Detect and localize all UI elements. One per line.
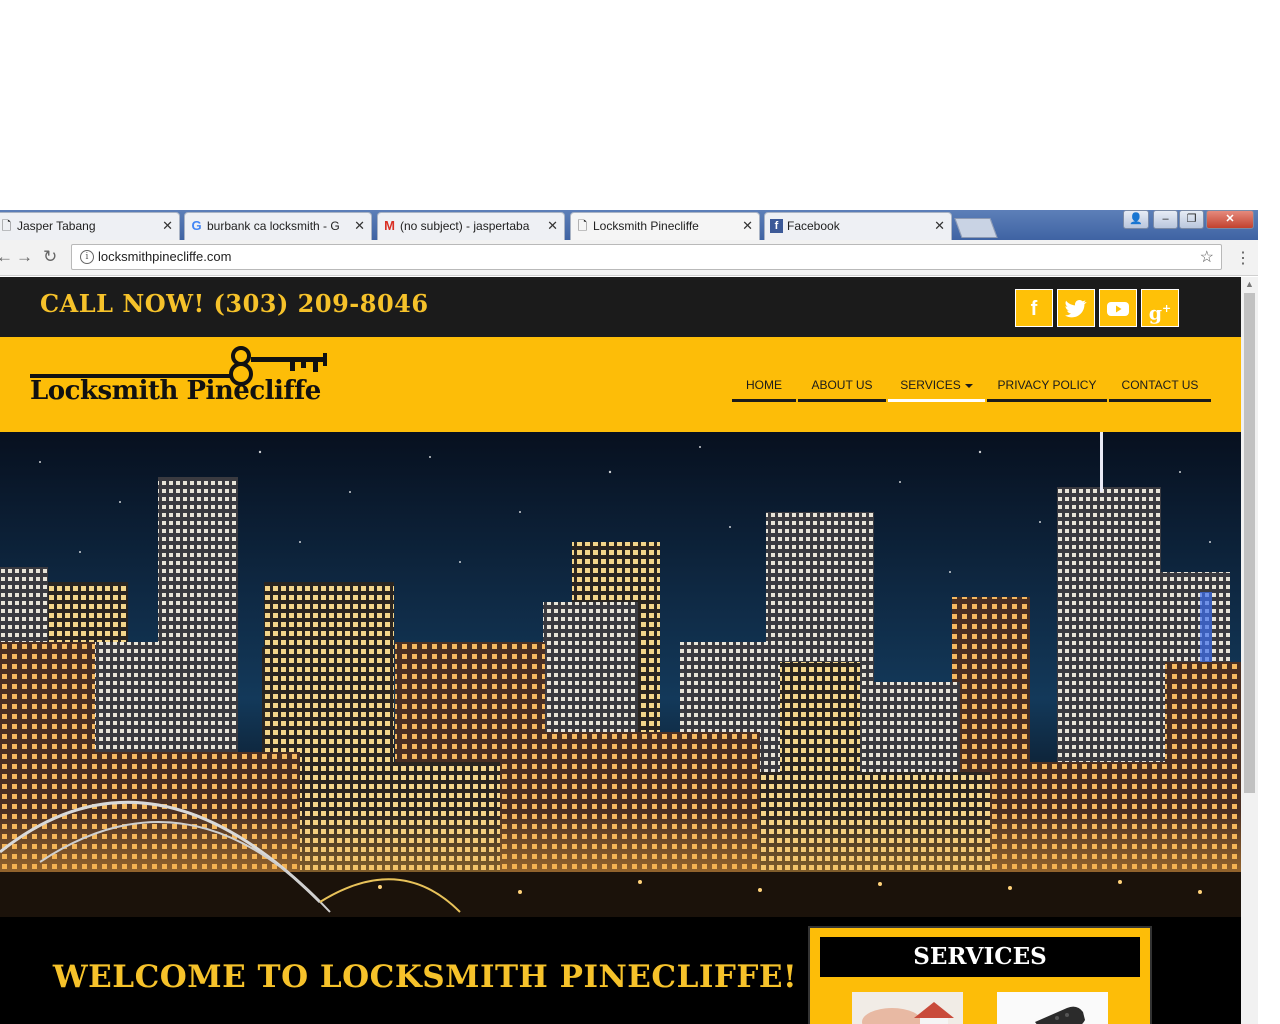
- house-keys-image-art: [852, 992, 963, 1024]
- tab-label: Facebook: [787, 219, 840, 233]
- services-sidebar: SERVICES: [808, 926, 1152, 1024]
- car-key-image[interactable]: [997, 992, 1108, 1024]
- back-icon[interactable]: ←: [0, 247, 13, 267]
- welcome-heading: WELCOME TO LOCKSMITH PINECLIFFE!: [52, 959, 798, 995]
- reload-icon[interactable]: ↻: [43, 247, 57, 267]
- tab-locksmith-pinecliffe[interactable]: 🗋 Locksmith Pinecliffe ✕: [570, 212, 760, 240]
- city-skyline-illustration: [0, 432, 1241, 917]
- browser-tab-strip: 🗋 Jasper Tabang ✕ G burbank ca locksmith…: [0, 210, 1258, 240]
- google-icon: G: [191, 218, 202, 233]
- site-header: Locksmith Pinecliffe HOME ABOUT US SERVI…: [0, 337, 1241, 432]
- page-icon: 🗋: [1, 219, 12, 233]
- nav-home[interactable]: HOME: [732, 375, 796, 402]
- scrollbar-thumb[interactable]: [1244, 293, 1255, 793]
- forward-icon[interactable]: →: [16, 247, 33, 267]
- tab-label: Locksmith Pinecliffe: [593, 219, 699, 233]
- url-text: locksmithpinecliffe.com: [98, 249, 232, 264]
- close-icon[interactable]: ✕: [547, 213, 558, 239]
- bookmark-star-icon[interactable]: ☆: [1200, 247, 1214, 267]
- tab-jasper-tabang[interactable]: 🗋 Jasper Tabang ✕: [0, 212, 180, 240]
- site-logo[interactable]: Locksmith Pinecliffe: [28, 342, 348, 422]
- twitter-icon[interactable]: [1057, 289, 1095, 327]
- close-icon[interactable]: ✕: [162, 213, 173, 239]
- nav-label: ABOUT US: [811, 378, 873, 392]
- scroll-up-icon[interactable]: ▲: [1245, 279, 1254, 289]
- logo-text: Locksmith Pinecliffe: [30, 376, 321, 406]
- nav-about-us[interactable]: ABOUT US: [798, 375, 886, 402]
- close-icon[interactable]: ✕: [934, 213, 945, 239]
- nav-label: CONTACT US: [1121, 378, 1199, 392]
- google-plus-icon[interactable]: g+: [1141, 289, 1179, 327]
- close-icon[interactable]: ✕: [742, 213, 753, 239]
- page-scrollbar[interactable]: ▲: [1241, 277, 1258, 1024]
- house-keys-image[interactable]: [852, 992, 963, 1024]
- nav-privacy-policy[interactable]: PRIVACY POLICY: [987, 375, 1107, 402]
- tab-label: Jasper Tabang: [17, 219, 96, 233]
- new-tab-button[interactable]: [954, 218, 998, 238]
- close-window-button[interactable]: ✕: [1206, 210, 1254, 229]
- welcome-section: WELCOME TO LOCKSMITH PINECLIFFE! SERVICE…: [0, 917, 1241, 1024]
- browser-menu-icon[interactable]: ⋮: [1235, 248, 1251, 268]
- close-icon[interactable]: ✕: [354, 213, 365, 239]
- youtube-icon[interactable]: [1099, 289, 1137, 327]
- page-viewport: CALL NOW! (303) 209-8046 f g+ Locksmith …: [0, 277, 1241, 1024]
- tab-label: burbank ca locksmith - G: [207, 219, 340, 233]
- tab-gmail[interactable]: M (no subject) - jaspertaba ✕: [377, 212, 565, 240]
- tab-burbank-search[interactable]: G burbank ca locksmith - G ✕: [184, 212, 372, 240]
- gmail-icon: M: [384, 218, 395, 233]
- facebook-icon[interactable]: f: [1015, 289, 1053, 327]
- nav-services[interactable]: SERVICES: [888, 375, 985, 402]
- hero-city-skyline-image: [0, 432, 1241, 917]
- top-bar: CALL NOW! (303) 209-8046 f g+: [0, 277, 1241, 337]
- nav-label: HOME: [746, 378, 782, 392]
- info-icon[interactable]: i: [80, 250, 94, 264]
- caret-down-icon: [964, 383, 973, 388]
- nav-label: SERVICES: [900, 378, 961, 392]
- tab-label: (no subject) - jaspertaba: [400, 219, 530, 233]
- tab-facebook[interactable]: f Facebook ✕: [764, 212, 952, 240]
- address-bar-row: ← → ↻ i locksmithpinecliffe.com ☆ ⋮: [0, 240, 1258, 276]
- restore-button[interactable]: ❐: [1179, 210, 1204, 229]
- page-icon: 🗋: [577, 219, 588, 233]
- profile-icon[interactable]: 👤: [1123, 210, 1149, 229]
- nav-contact-us[interactable]: CONTACT US: [1109, 375, 1211, 402]
- minimize-button[interactable]: –: [1153, 210, 1178, 229]
- services-heading: SERVICES: [820, 937, 1140, 977]
- car-key-image-art: [997, 992, 1108, 1024]
- call-now-phone[interactable]: CALL NOW! (303) 209-8046: [40, 289, 429, 318]
- url-input[interactable]: i locksmithpinecliffe.com ☆: [71, 244, 1222, 270]
- facebook-icon: f: [770, 219, 783, 233]
- nav-label: PRIVACY POLICY: [997, 378, 1097, 392]
